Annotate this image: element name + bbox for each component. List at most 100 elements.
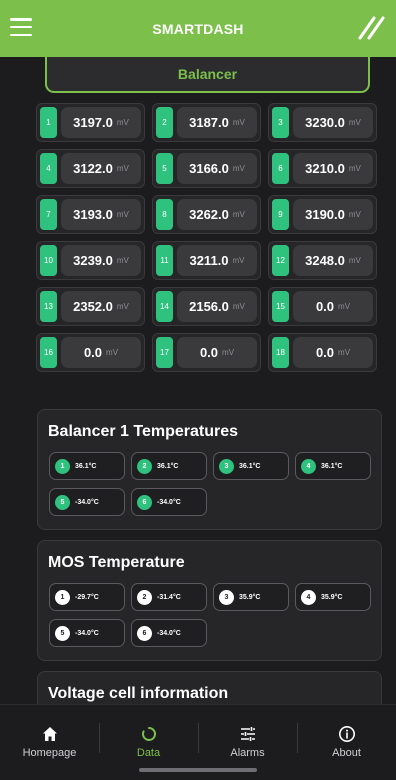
cell-value: 3248.0	[305, 253, 345, 268]
cell-voltage: 1 3197.0 mV	[36, 103, 145, 142]
sensor-index: 5	[55, 494, 70, 510]
cell-value: 0.0	[315, 299, 335, 314]
cell-unit: mV	[348, 256, 361, 265]
cell-unit: mV	[338, 348, 351, 357]
cell-voltage: 4 3122.0 mV	[36, 149, 145, 188]
nav-label: Alarms	[230, 747, 265, 759]
temperature-chip: 5 -34.0°C	[49, 619, 125, 647]
cell-unit: mV	[232, 164, 245, 173]
cell-index: 2	[156, 107, 173, 138]
cell-index: 12	[272, 245, 289, 276]
nav-label: Homepage	[22, 747, 77, 759]
sensor-index: 6	[137, 625, 152, 641]
nav-homepage[interactable]: Homepage	[0, 705, 99, 780]
cell-value: 3262.0	[189, 207, 229, 222]
nav-label: About	[332, 747, 361, 759]
cell-value: 0.0	[315, 345, 335, 360]
cell-index: 4	[40, 153, 57, 184]
cell-index: 11	[156, 245, 173, 276]
cell-value: 3122.0	[73, 161, 113, 176]
mos-temperature-list: 1 -29.7°C 2 -31.4°C 3 35.9°C 4 35.9°C 5 -34.0…	[49, 583, 379, 647]
cell-voltage: 18 0.0 mV	[268, 333, 377, 372]
temperature-value: -34.0°C	[157, 498, 181, 506]
temperature-chip: 4 36.1°C	[295, 452, 371, 480]
cell-value: 3211.0	[189, 253, 229, 268]
cell-index: 13	[40, 291, 57, 322]
balancer-temperature-list: 1 36.1°C 2 36.1°C 3 36.1°C 4 36.1°C 5 -34.0°C…	[49, 452, 379, 516]
cell-value: 3197.0	[73, 115, 113, 130]
temperature-value: 35.9°C	[321, 593, 343, 601]
cell-index: 9	[272, 199, 289, 230]
cell-index: 10	[40, 245, 57, 276]
cell-value: 3190.0	[305, 207, 345, 222]
cell-voltage: 5 3166.0 mV	[152, 149, 261, 188]
temperature-value: 36.1°C	[157, 462, 179, 470]
sensor-index: 2	[137, 589, 152, 605]
temperature-value: -31.4°C	[157, 593, 181, 601]
cell-voltage: 3 3230.0 mV	[268, 103, 377, 142]
balancer-temperatures-title: Balancer 1 Temperatures	[48, 423, 239, 440]
home-indicator	[139, 768, 257, 772]
cell-value: 0.0	[199, 345, 219, 360]
cell-value: 3187.0	[189, 115, 229, 130]
cell-voltage: 8 3262.0 mV	[152, 195, 261, 234]
cell-value: 3210.0	[305, 161, 345, 176]
temperature-chip: 1 -29.7°C	[49, 583, 125, 611]
cell-index: 18	[272, 337, 289, 368]
cell-voltage-grid: 1 3197.0 mV 2 3187.0 mV 3 3230.0 mV 4 3122.0 mV …	[36, 103, 377, 372]
sensor-index: 6	[137, 494, 152, 510]
temperature-chip: 3 35.9°C	[213, 583, 289, 611]
cell-index: 5	[156, 153, 173, 184]
cell-value: 3166.0	[189, 161, 229, 176]
temperature-value: -29.7°C	[75, 593, 99, 601]
cell-voltage: 7 3193.0 mV	[36, 195, 145, 234]
sensor-index: 1	[55, 458, 70, 474]
cell-voltage: 6 3210.0 mV	[268, 149, 377, 188]
main-content[interactable]: Balancer 1 3197.0 mV 2 3187.0 mV 3 3230.0 mV 4…	[0, 57, 396, 704]
cell-voltage: 2 3187.0 mV	[152, 103, 261, 142]
cell-unit: mV	[232, 210, 245, 219]
voltage-info-title: Voltage cell information	[48, 685, 229, 702]
cell-value: 0.0	[83, 345, 103, 360]
temperature-value: 36.1°C	[239, 462, 261, 470]
home-icon	[42, 727, 57, 741]
voltage-info-card: Voltage cell information	[37, 671, 382, 704]
sensor-index: 4	[301, 589, 316, 605]
cell-value: 3230.0	[305, 115, 345, 130]
cell-index: 7	[40, 199, 57, 230]
cell-voltage: 11 3211.0 mV	[152, 241, 261, 280]
temperature-value: -34.0°C	[75, 629, 99, 637]
cell-unit: mV	[116, 118, 129, 127]
app-header: SMARTDASH	[0, 0, 396, 57]
sliders-icon	[240, 727, 255, 741]
temperature-chip: 3 36.1°C	[213, 452, 289, 480]
balancer-temperatures-card: Balancer 1 Temperatures 1 36.1°C 2 36.1°C …	[37, 409, 382, 530]
cell-index: 1	[40, 107, 57, 138]
menu-icon[interactable]	[10, 18, 32, 36]
cell-value: 2352.0	[73, 299, 113, 314]
cell-index: 14	[156, 291, 173, 322]
cell-unit: mV	[348, 118, 361, 127]
temperature-chip: 2 -31.4°C	[131, 583, 207, 611]
cell-unit: mV	[338, 302, 351, 311]
cell-voltage: 10 3239.0 mV	[36, 241, 145, 280]
cell-index: 6	[272, 153, 289, 184]
nav-label: Data	[136, 747, 161, 759]
cell-unit: mV	[106, 348, 119, 357]
cell-voltage: 16 0.0 mV	[36, 333, 145, 372]
mos-temperature-card: MOS Temperature 1 -29.7°C 2 -31.4°C 3 35.9°…	[37, 540, 382, 661]
temperature-value: -34.0°C	[75, 498, 99, 506]
nav-about[interactable]: About	[297, 705, 396, 780]
logo-icon	[358, 16, 385, 40]
cell-voltage: 13 2352.0 mV	[36, 287, 145, 326]
cell-unit: mV	[222, 348, 235, 357]
cell-unit: mV	[232, 302, 245, 311]
temperature-value: -34.0°C	[157, 629, 181, 637]
cell-voltage: 9 3190.0 mV	[268, 195, 377, 234]
cell-value: 2156.0	[189, 299, 229, 314]
cell-voltage: 12 3248.0 mV	[268, 241, 377, 280]
cell-unit: mV	[232, 256, 245, 265]
cell-index: 3	[272, 107, 289, 138]
cell-unit: mV	[116, 256, 129, 265]
balancer-button[interactable]: Balancer	[45, 57, 370, 93]
